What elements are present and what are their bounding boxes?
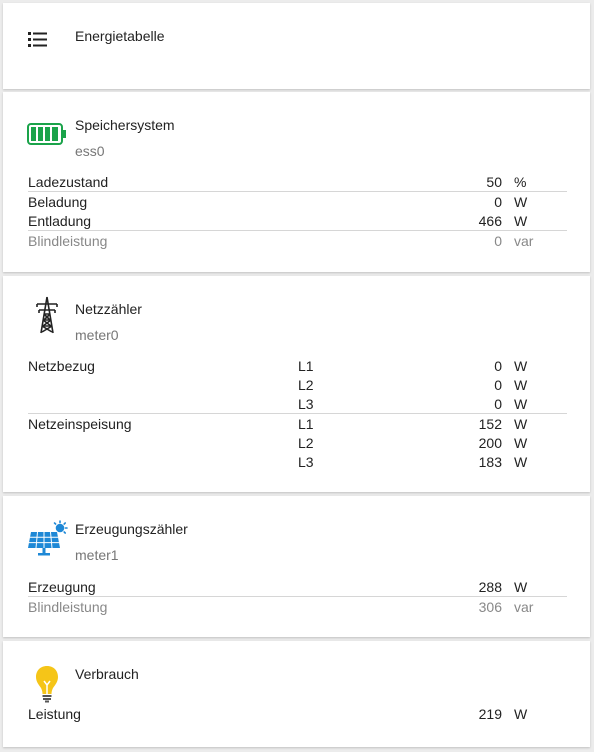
divider xyxy=(28,596,567,597)
header-card: Energietabelle xyxy=(3,3,590,89)
row-value: 466 xyxy=(478,213,502,229)
battery-icon xyxy=(27,123,67,148)
production-title: Erzeugungszähler xyxy=(75,521,188,537)
production-row-reactive: Blindleistung 306 var xyxy=(28,598,567,617)
phase-label: L2 xyxy=(298,435,314,451)
row-value: 0 xyxy=(494,377,502,393)
row-unit: var xyxy=(514,233,534,249)
row-unit: W xyxy=(514,579,528,595)
row-value: 50 xyxy=(486,174,502,190)
grid-subtitle: meter0 xyxy=(75,327,119,343)
row-unit: % xyxy=(514,174,527,190)
row-unit: var xyxy=(514,599,534,615)
row-label: Blindleistung xyxy=(28,599,108,615)
row-label: Ladezustand xyxy=(28,174,109,190)
row-label: Leistung xyxy=(28,706,81,722)
row-label: Entladung xyxy=(28,213,92,229)
grid-export-l3: L3 183 W xyxy=(28,453,567,472)
phase-label: L1 xyxy=(298,416,314,432)
row-value: 0 xyxy=(494,358,502,374)
row-unit: W xyxy=(514,454,528,470)
row-value: 200 xyxy=(478,435,502,451)
phase-label: L2 xyxy=(298,377,314,393)
row-value: 0 xyxy=(494,396,502,412)
row-label: Netzbezug xyxy=(28,358,95,374)
row-label: Netzeinspeisung xyxy=(28,416,132,432)
row-unit: W xyxy=(514,194,528,210)
row-unit: W xyxy=(514,706,528,722)
phase-label: L3 xyxy=(298,454,314,470)
row-label: Blindleistung xyxy=(28,233,108,249)
storage-row-reactive: Blindleistung 0 var xyxy=(28,232,567,251)
solar-panel-icon xyxy=(27,520,71,561)
row-value: 0 xyxy=(494,194,502,210)
row-value: 152 xyxy=(478,416,502,432)
row-label: Beladung xyxy=(28,194,88,210)
production-card: Erzeugungszähler meter1 Erzeugung 288 W … xyxy=(3,496,590,637)
page-title: Energietabelle xyxy=(75,28,165,44)
storage-subtitle: ess0 xyxy=(75,143,105,159)
row-unit: W xyxy=(514,213,528,229)
grid-import-l3: L3 0 W xyxy=(28,395,567,414)
consumption-row-power: Leistung 219 W xyxy=(28,705,567,724)
production-row-generation: Erzeugung 288 W xyxy=(28,578,567,597)
phase-label: L3 xyxy=(298,396,314,412)
storage-row-discharge: Entladung 466 W xyxy=(28,212,567,231)
row-unit: W xyxy=(514,396,528,412)
grid-export-l1: Netzeinspeisung L1 152 W xyxy=(28,415,567,434)
row-label: Erzeugung xyxy=(28,579,96,595)
storage-card: Speichersystem ess0 Ladezustand 50 % Bel… xyxy=(3,92,590,272)
storage-row-charge: Beladung 0 W xyxy=(28,193,567,212)
grid-card: Netzzähler meter0 Netzbezug L1 0 W L2 0 … xyxy=(3,276,590,492)
row-value: 183 xyxy=(478,454,502,470)
row-unit: W xyxy=(514,377,528,393)
row-unit: W xyxy=(514,416,528,432)
energy-table-widget: Energietabelle Speichersystem ess0 Ladez… xyxy=(0,0,594,752)
divider xyxy=(28,413,567,414)
divider xyxy=(28,191,567,192)
storage-title: Speichersystem xyxy=(75,117,175,133)
list-icon[interactable] xyxy=(28,31,48,50)
grid-title: Netzzähler xyxy=(75,301,142,317)
row-value: 306 xyxy=(478,599,502,615)
production-subtitle: meter1 xyxy=(75,547,119,563)
row-value: 219 xyxy=(478,706,502,722)
row-unit: W xyxy=(514,435,528,451)
grid-import-l1: Netzbezug L1 0 W xyxy=(28,357,567,376)
power-pylon-icon xyxy=(35,296,59,337)
consumption-card: Verbrauch Leistung 219 W xyxy=(3,641,590,747)
storage-row-soc: Ladezustand 50 % xyxy=(28,173,567,192)
row-value: 288 xyxy=(478,579,502,595)
phase-label: L1 xyxy=(298,358,314,374)
divider xyxy=(28,230,567,231)
consumption-title: Verbrauch xyxy=(75,666,139,682)
grid-export-l2: L2 200 W xyxy=(28,434,567,453)
row-unit: W xyxy=(514,358,528,374)
lightbulb-icon xyxy=(35,665,59,706)
grid-import-l2: L2 0 W xyxy=(28,376,567,395)
row-value: 0 xyxy=(494,233,502,249)
